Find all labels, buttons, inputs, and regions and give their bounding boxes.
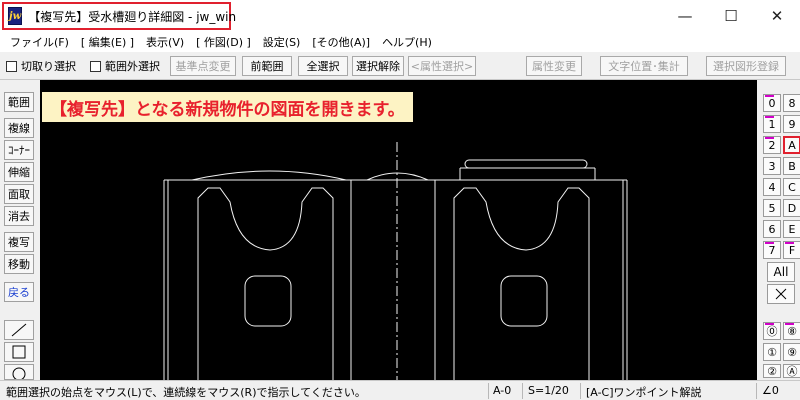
maximize-button[interactable]: ☐ [708, 0, 754, 32]
corner-button[interactable]: ｺｰﾅｰ [4, 140, 34, 160]
status-separator [488, 383, 489, 399]
circle-tool-icon [12, 367, 26, 379]
title-bar: jw 【複写先】受水槽廻り詳細図 - jw_win — ☐ ✕ [0, 0, 800, 32]
stretch-button[interactable]: 伸縮 [4, 162, 34, 182]
layer-button-b[interactable]: B [783, 157, 800, 175]
register-shape-button[interactable]: 選択図形登録 [706, 56, 786, 76]
layer-marker [765, 95, 774, 97]
status-separator [580, 383, 581, 399]
scale-indicator[interactable]: S=1/20 [528, 384, 569, 397]
help-indicator[interactable]: [A-C]ワンポイント解説 [586, 384, 702, 400]
layer-marker [785, 323, 794, 325]
layer-button-c[interactable]: C [783, 178, 800, 196]
layer-button-9[interactable]: 9 [783, 115, 800, 133]
current-layer-indicator[interactable]: A-0 [493, 384, 511, 397]
minimize-button[interactable]: — [662, 0, 708, 32]
layer-group-button-9[interactable]: ⑨ [783, 343, 800, 361]
rectangle-tool-button[interactable] [4, 342, 34, 362]
move-button[interactable]: 移動 [4, 254, 34, 274]
outside-select-option[interactable]: 範囲外選択 [90, 56, 160, 76]
instruction-banner: 【複写先】となる新規物件の図面を開きます。 [42, 92, 413, 122]
layer-group-button-2[interactable]: ② [763, 364, 781, 378]
status-bar: 範囲選択の始点をマウス(L)で、連続線をマウス(R)で指示してください。 A-0… [0, 380, 800, 400]
line-tool-button[interactable] [4, 320, 34, 340]
layer-button-5[interactable]: 5 [763, 199, 781, 217]
layers-off-button[interactable] [767, 284, 795, 304]
layer-button-3[interactable]: 3 [763, 157, 781, 175]
layer-group-button-1[interactable]: ① [763, 343, 781, 361]
erase-button[interactable]: 消去 [4, 206, 34, 226]
deselect-button[interactable]: 選択解除 [352, 56, 404, 76]
text-position-sum-button[interactable]: 文字位置･集計 [600, 56, 688, 76]
layer-marker [765, 242, 774, 244]
status-separator [756, 383, 757, 399]
menu-bar: ファイル(F) [ 編集(E) ] 表示(V) [ 作図(D) ] 設定(S) … [0, 32, 800, 52]
status-separator [522, 383, 523, 399]
previous-range-button[interactable]: 前範囲 [242, 56, 292, 76]
layer-palette: 0 8 1 9 2 A 3 B 4 C 5 D 6 E 7 F ⓪ ⑧ ① ⑨ … [757, 80, 800, 380]
outside-select-checkbox[interactable] [90, 60, 101, 72]
layer-marker [765, 116, 774, 118]
base-point-change-button[interactable]: 基準点変更 [170, 56, 236, 76]
undo-button[interactable]: 戻る [4, 282, 34, 302]
status-message: 範囲選択の始点をマウス(L)で、連続線をマウス(R)で指示してください。 [6, 386, 366, 399]
range-command-button[interactable]: 範囲 [4, 92, 34, 112]
cut-select-checkbox[interactable] [6, 60, 17, 72]
select-all-button[interactable]: 全選択 [298, 56, 348, 76]
chamfer-button[interactable]: 面取 [4, 184, 34, 204]
layer-group-button-0[interactable]: ⓪ [763, 322, 781, 340]
cross-icon [775, 288, 787, 300]
attribute-change-button[interactable]: 属性変更 [526, 56, 582, 76]
all-layers-button[interactable]: All [767, 262, 795, 282]
line-tool-icon [11, 323, 27, 337]
menu-help[interactable]: ヘルプ(H) [376, 34, 438, 50]
layer-marker [765, 137, 774, 139]
window-title: 【複写先】受水槽廻り詳細図 - jw_win [28, 9, 237, 24]
outside-select-label: 範囲外選択 [105, 60, 160, 73]
menu-draw[interactable]: [ 作図(D) ] [190, 34, 257, 50]
layer-button-1[interactable]: 1 [763, 115, 781, 133]
layer-button-8[interactable]: 8 [783, 94, 800, 112]
rectangle-tool-icon [12, 345, 26, 359]
cut-select-label: 切取り選択 [21, 60, 76, 73]
parallel-line-button[interactable]: 複線 [4, 118, 34, 138]
selection-toolbar: 切取り選択 範囲外選択 基準点変更 前範囲 全選択 選択解除 <属性選択> 属性… [0, 52, 800, 80]
layer-button-f[interactable]: F [783, 241, 800, 259]
cut-select-option[interactable]: 切取り選択 [6, 56, 76, 76]
title-highlight: jw 【複写先】受水槽廻り詳細図 - jw_win [2, 2, 236, 30]
layer-button-0[interactable]: 0 [763, 94, 781, 112]
layer-button-2[interactable]: 2 [763, 136, 781, 154]
menu-edit[interactable]: [ 編集(E) ] [75, 34, 140, 50]
layer-button-e[interactable]: E [783, 220, 800, 238]
layer-marker [785, 242, 794, 244]
layer-button-d[interactable]: D [783, 199, 800, 217]
layer-button-a-selected[interactable]: A [783, 136, 800, 154]
layer-group-button-8[interactable]: ⑧ [783, 322, 800, 340]
menu-other[interactable]: [その他(A)] [306, 34, 376, 50]
layer-button-4[interactable]: 4 [763, 178, 781, 196]
close-button[interactable]: ✕ [754, 0, 800, 32]
angle-indicator[interactable]: ∠0 [762, 384, 779, 397]
layer-group-button-a[interactable]: Ⓐ [783, 364, 800, 378]
layer-button-7[interactable]: 7 [763, 241, 781, 259]
jw-app-icon: jw [8, 7, 23, 25]
copy-button[interactable]: 複写 [4, 232, 34, 252]
circle-tool-button[interactable] [4, 364, 34, 380]
attribute-select-button[interactable]: <属性選択> [408, 56, 476, 76]
layer-marker [765, 323, 774, 325]
menu-settings[interactable]: 設定(S) [257, 34, 307, 50]
drawing-canvas[interactable]: 【複写先】となる新規物件の図面を開きます。 [40, 80, 757, 380]
layer-button-6[interactable]: 6 [763, 220, 781, 238]
tank-drawing [163, 142, 628, 380]
command-palette-left: 範囲 複線 ｺｰﾅｰ 伸縮 面取 消去 複写 移動 戻る [0, 80, 40, 380]
menu-file[interactable]: ファイル(F) [4, 34, 75, 50]
menu-view[interactable]: 表示(V) [140, 34, 190, 50]
